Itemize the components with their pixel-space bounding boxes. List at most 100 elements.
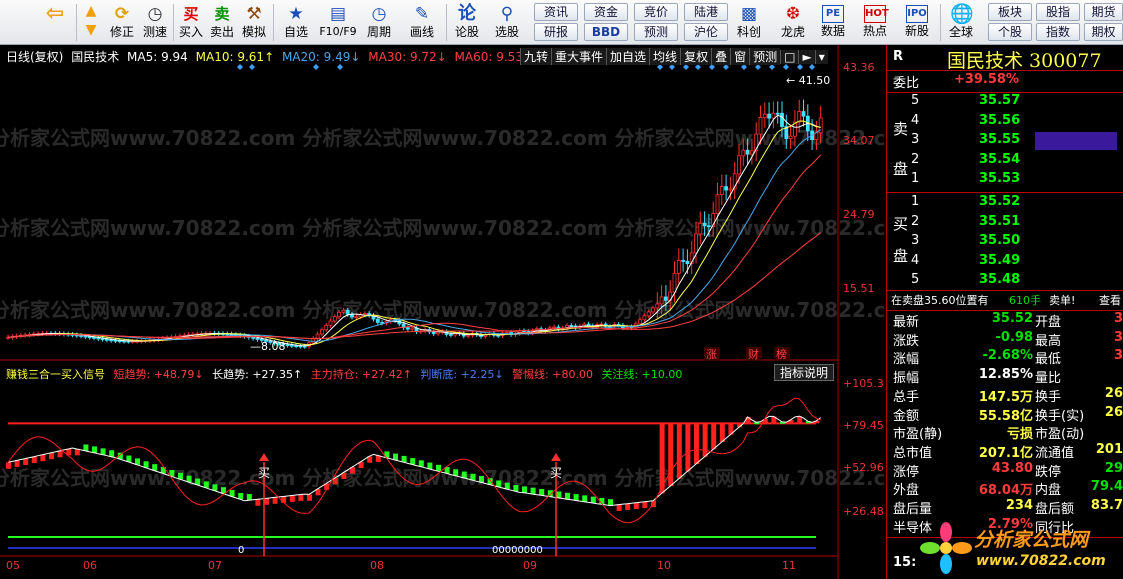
candle-body [354, 316, 359, 319]
stock-trading-app: ⇦ ▲ ▼ ⟳ 修正 ◷ 测速 买 买入 卖 卖出 ⚒ 模拟 ★ 自选 ▤ F1… [0, 0, 1123, 579]
indicator-bar [49, 452, 54, 460]
news-button[interactable]: 资讯 [534, 3, 578, 21]
sell-button[interactable]: 卖 卖出 [208, 2, 236, 43]
x-axis-tick: 11 [782, 559, 796, 572]
candle-body [702, 222, 707, 227]
fix-button[interactable]: ⟳ 修正 [106, 2, 138, 43]
forecast-label: 预测 [643, 25, 668, 39]
back-button[interactable]: ⇦ [38, 2, 72, 43]
alert-line-label: 警惕线: +80.00 [512, 368, 593, 381]
bbd-button[interactable]: BBD [584, 23, 628, 41]
buy-level-row[interactable]: 3 35.50 [887, 233, 1123, 252]
ipo-button[interactable]: IPO 新股 [900, 2, 934, 43]
quote-label: 盘后额 [1035, 502, 1075, 517]
sector-button[interactable]: 板块 [988, 3, 1032, 21]
short-trend-label: 短趋势: +48.79↓ [113, 368, 204, 381]
level-price: 35.48 [979, 272, 1021, 287]
buy-level-row[interactable]: 4 35.49 [887, 253, 1123, 272]
favorite-button[interactable]: ★ 自选 [278, 2, 314, 43]
longhu-button[interactable]: ❆ 龙虎 [776, 2, 810, 43]
auction-button[interactable]: 竞价 [634, 3, 678, 21]
buy-level-row[interactable]: 1 35.52 [887, 194, 1123, 213]
candle-body [405, 327, 410, 330]
period-button[interactable]: ◷ 周期 [362, 2, 396, 43]
indicator-bar [401, 455, 407, 463]
sell-level-row[interactable]: 1 35.53 [887, 171, 1123, 190]
candle-body [762, 113, 767, 118]
draw-line-button[interactable]: ✎ 画线 [404, 2, 440, 43]
level-index: 2 [911, 151, 920, 167]
sell-level-row[interactable]: 5 35.57 [887, 93, 1123, 112]
data-label: 数据 [820, 24, 845, 38]
candle-body [771, 112, 776, 119]
indicator-bar [436, 464, 441, 472]
speed-test-button[interactable]: ◷ 测速 [140, 2, 170, 43]
f10-button[interactable]: ▤ F10/F9 [316, 2, 360, 43]
indicator-name[interactable]: 赚钱三合一买入信号 [6, 368, 105, 381]
chart-area[interactable]: 分析家公式网www.70822.com 分析家公式网www.70822.com … [0, 45, 886, 579]
data-button[interactable]: PE 数据 [816, 2, 850, 43]
candle-body [337, 311, 342, 318]
quote-label: 流通值 [1035, 445, 1075, 461]
buy-label: 买入 [178, 25, 203, 39]
scroll-up-down-button[interactable]: ▲ ▼ [80, 2, 102, 43]
note-view-link[interactable]: 查看 [1099, 292, 1121, 308]
sell-level-row[interactable]: 2 35.54 [887, 152, 1123, 171]
dropdown-icon[interactable]: ▾ [814, 50, 828, 64]
tab-major-events[interactable]: 重大事件 [551, 48, 607, 65]
shanghai-london-button[interactable]: 沪伦 [684, 23, 728, 41]
level-index: 5 [911, 93, 920, 108]
funds-button[interactable]: 资金 [584, 3, 628, 21]
x-axis-tick: 09 [523, 559, 537, 572]
price-axis-tick: 34.07 [843, 134, 875, 147]
indicator-help-button[interactable]: 指标说明 [774, 364, 834, 381]
research-button[interactable]: 研报 [534, 23, 578, 41]
quote-value: 207.1亿 [978, 445, 1033, 461]
buy-level-row[interactable]: 2 35.51 [887, 214, 1123, 233]
hk-connect-button[interactable]: 陆港 [684, 3, 728, 21]
candle-body [801, 111, 806, 117]
quote-label: 开盘 [1035, 315, 1062, 330]
tab-window[interactable]: 窗 [730, 48, 750, 65]
simulate-button[interactable]: ⚒ 模拟 [239, 2, 269, 43]
keji-button[interactable]: ▩ 科创 [732, 2, 766, 43]
indicator-bar [289, 495, 295, 502]
sell-level-row[interactable]: 4 35.56 [887, 113, 1123, 132]
index-futures-button[interactable]: 股指 [1036, 3, 1080, 21]
options-button[interactable]: 期权 [1084, 23, 1123, 41]
quote-label: 量比 [1035, 371, 1062, 387]
tab-moving-average[interactable]: 均线 [649, 48, 681, 65]
tab-jiuzhuan[interactable]: 九转 [520, 48, 552, 65]
buy-level-row[interactable]: 5 35.48 [887, 272, 1123, 291]
quote-label: 最新 [893, 315, 920, 330]
global-button[interactable]: 🌐 全球 [944, 2, 978, 43]
tab-overlay[interactable]: 叠 [711, 48, 731, 65]
quote-label: 换手 [1035, 389, 1062, 405]
tab-add-favorite[interactable]: 加自选 [606, 48, 650, 65]
period-label[interactable]: 日线(复权) [6, 50, 63, 64]
expand-icon[interactable]: ► [798, 50, 815, 64]
keji-label: 科创 [736, 25, 761, 39]
big-order-note[interactable]: 在卖盘35.60位置有 610手 卖单! 查看 [887, 292, 1123, 311]
buy-button[interactable]: 买 买入 [177, 2, 205, 43]
forecast-button[interactable]: 预测 [634, 23, 678, 41]
sell-level-row[interactable]: 3 35.55 [887, 132, 1123, 151]
signal-diamond [313, 64, 319, 70]
stock-pick-button[interactable]: ⚲ 选股 [490, 2, 524, 43]
tab-forecast[interactable]: 预测 [749, 48, 781, 65]
fix-label: 修正 [109, 25, 134, 39]
discuss-button[interactable]: 论 论股 [450, 2, 484, 43]
indicator-bar [255, 499, 261, 506]
futures-button[interactable]: 期货 [1084, 3, 1123, 21]
hot-button[interactable]: HOT 热点 [858, 2, 892, 43]
lock-icon[interactable]: □ [780, 50, 799, 64]
stock-button[interactable]: 个股 [988, 23, 1032, 41]
tab-adjust[interactable]: 复权 [680, 48, 712, 65]
indicator-bar [582, 495, 588, 502]
candle-body [642, 315, 647, 321]
index-button[interactable]: 指数 [1036, 23, 1080, 41]
discuss-icon: 论 [458, 3, 476, 24]
indicator-bar [461, 471, 467, 478]
candle-body [780, 112, 784, 127]
kline-chart-canvas[interactable]: 分析家公式网www.70822.com 分析家公式网www.70822.com … [0, 45, 886, 579]
